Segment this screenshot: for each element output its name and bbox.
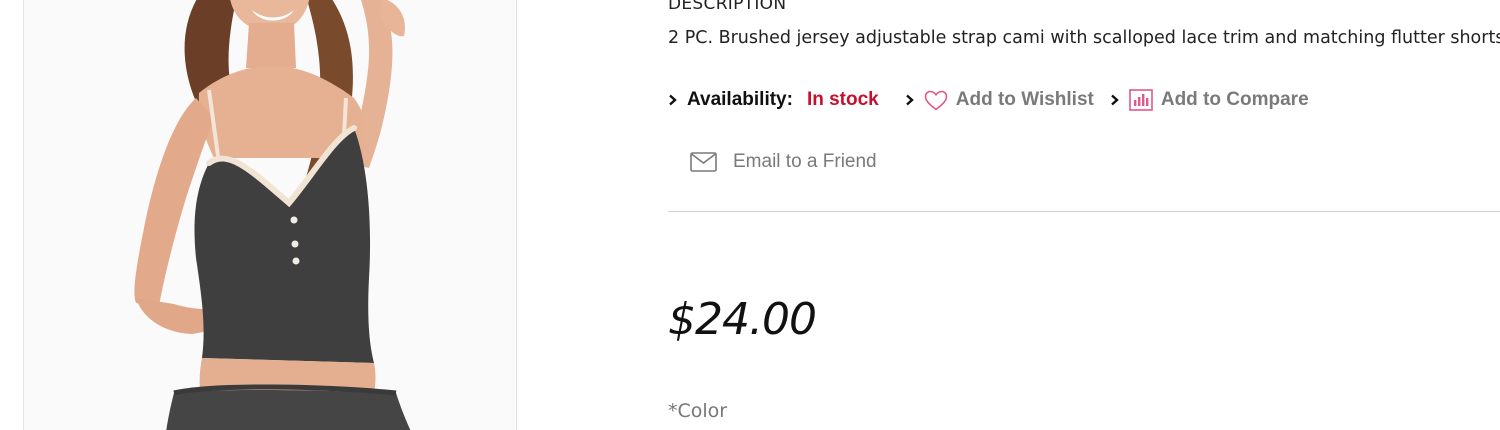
email-to-friend-label: Email to a Friend [733,151,877,172]
product-actions-row: Availability: In stock Add to Wishlist A… [668,86,1325,114]
chevron-right-icon [905,94,914,106]
heart-outline-icon [924,90,948,111]
availability-status: In stock [806,89,879,110]
color-option-label: *Color [668,400,728,422]
chevron-right-icon [668,94,677,106]
availability-label: Availability: [687,89,793,110]
product-photo [24,0,516,430]
add-to-wishlist-label: Add to Wishlist [955,89,1094,110]
product-price: $24.00 [668,294,817,345]
chevron-right-icon [1110,94,1119,106]
email-to-friend-link[interactable]: Email to a Friend [690,148,877,176]
description-heading: DESCRIPTION [668,0,787,14]
description-text: 2 PC. Brushed jersey adjustable strap ca… [668,28,1500,48]
section-divider [668,211,1500,212]
bar-chart-icon [1129,89,1153,111]
add-to-compare-link[interactable]: Add to Compare [1129,89,1309,111]
product-detail-page: DESCRIPTION 2 PC. Brushed jersey adjusta… [0,0,1500,430]
add-to-wishlist-link[interactable]: Add to Wishlist [924,89,1094,111]
add-to-compare-label: Add to Compare [1160,89,1309,110]
product-image[interactable] [23,0,517,430]
envelope-icon [690,152,717,172]
